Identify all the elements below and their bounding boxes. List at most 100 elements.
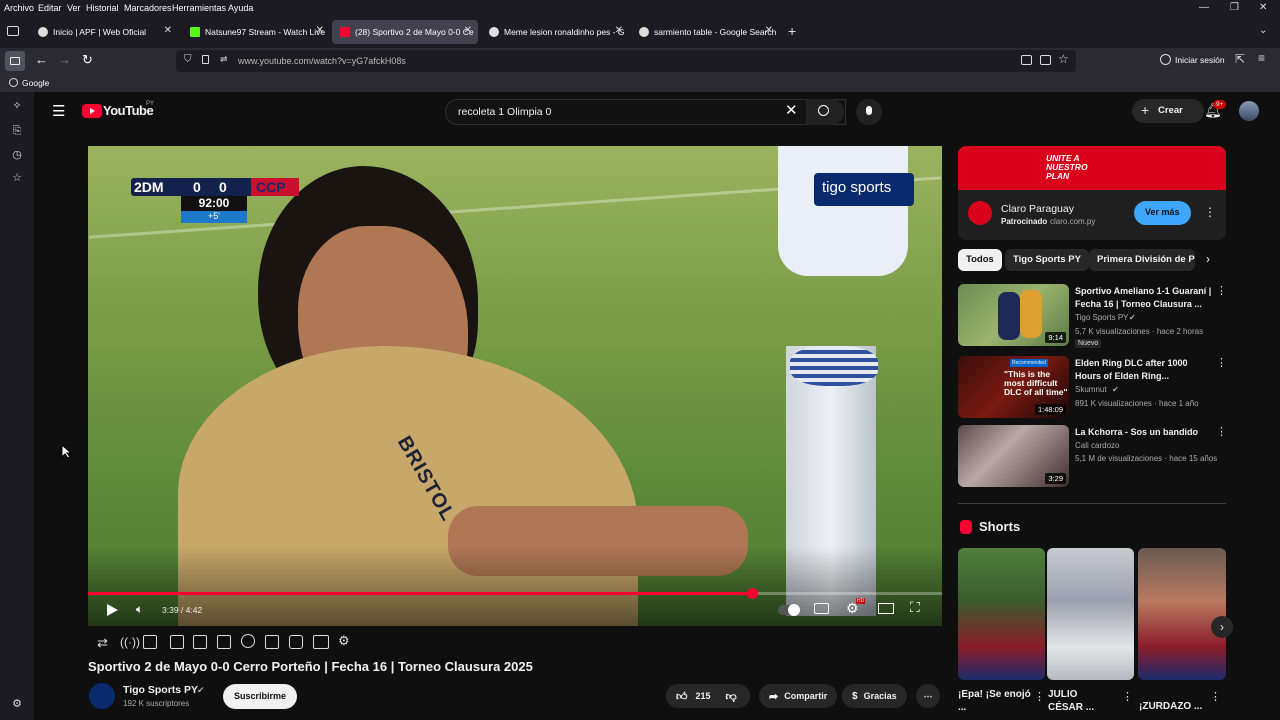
video-menu-icon[interactable]: ⋮ — [1216, 284, 1227, 297]
sidebar-toggle-icon[interactable] — [5, 51, 25, 71]
short-title[interactable]: ¡ZURDAZO ... — [1139, 700, 1219, 713]
share-button[interactable]: ➦ Compartir — [759, 684, 838, 708]
ad-cta-button[interactable]: Ver más — [1134, 201, 1191, 225]
autoplay-toggle[interactable] — [778, 604, 800, 616]
bookmarks-icon[interactable]: ☆ — [11, 172, 23, 184]
close-window-icon[interactable]: ✕ — [1259, 2, 1267, 13]
dislike-thumb-icon[interactable]: 👎︎ — [726, 690, 737, 703]
short-thumbnail[interactable] — [1138, 548, 1226, 680]
audio-mode-icon[interactable]: ((·)) — [120, 635, 140, 649]
short-menu-icon[interactable]: ⋮ — [1122, 690, 1133, 703]
short-menu-icon[interactable]: ⋮ — [1034, 690, 1045, 703]
reload-icon[interactable]: ↻ — [82, 52, 93, 68]
hamburger-menu-icon[interactable]: ☰ — [52, 102, 65, 120]
film-strip-icon[interactable] — [170, 635, 184, 649]
chip-tigo-sports[interactable]: Tigo Sports PY — [1005, 249, 1089, 271]
clear-search-icon[interactable]: ✕ — [785, 101, 798, 119]
new-tab-icon[interactable]: + — [788, 23, 796, 39]
menu-ver[interactable]: Ver — [67, 3, 81, 13]
screenshot-camera-icon[interactable] — [289, 635, 303, 649]
ad-card[interactable]: UNITE A NUESTRO PLAN Claro Paraguay Patr… — [958, 146, 1226, 240]
menu-editar[interactable]: Editar — [38, 3, 62, 13]
menu-marcadores[interactable]: Marcadores — [124, 3, 172, 13]
lock-icon[interactable] — [202, 55, 209, 64]
signin-button[interactable]: Iniciar sesión — [1175, 55, 1225, 65]
chip-all[interactable]: Todos — [958, 249, 1002, 271]
close-tab-icon[interactable]: ✕ — [316, 25, 324, 36]
short-thumbnail[interactable] — [1047, 548, 1134, 680]
related-thumbnail[interactable]: 3:29 — [958, 425, 1069, 487]
back-icon[interactable]: ← — [35, 52, 48, 67]
related-thumbnail[interactable]: Recommended "This is the most difficult … — [958, 356, 1069, 418]
related-channel[interactable]: Cali cardozo — [1075, 441, 1119, 450]
menu-ayuda[interactable]: Ayuda — [228, 3, 253, 13]
picture-in-picture-icon[interactable] — [265, 635, 279, 649]
bookmark-google[interactable]: Google — [22, 78, 49, 88]
like-thumb-icon[interactable]: 👍︎ — [676, 690, 688, 703]
create-button[interactable]: + Crear — [1132, 99, 1204, 123]
account-icon[interactable] — [1160, 54, 1171, 65]
related-video[interactable]: Recommended "This is the most difficult … — [958, 356, 1227, 418]
menu-herramientas[interactable]: Herramientas — [172, 3, 226, 13]
url-text[interactable]: www.youtube.com/watch?v=yG7afckH08s — [238, 56, 406, 66]
subtitles-icon[interactable] — [814, 603, 829, 614]
related-channel[interactable]: Tigo Sports PY — [1075, 313, 1129, 322]
speed-icon[interactable] — [241, 634, 255, 648]
chips-next-icon[interactable]: › — [1206, 252, 1210, 266]
tab-overflow-icon[interactable]: ⌄ — [1259, 25, 1267, 36]
ad-more-icon[interactable]: ⋮ — [1204, 205, 1216, 219]
forward-icon[interactable]: → — [58, 52, 71, 67]
related-channel[interactable]: Skumnut — [1075, 385, 1107, 394]
extensions-icon[interactable]: ⇱ — [1235, 52, 1245, 66]
channel-name[interactable]: Tigo Sports PY — [123, 684, 198, 696]
sidebar-settings-icon[interactable]: ⚙ — [11, 698, 23, 710]
loop-icon[interactable]: ⇄ — [97, 635, 108, 651]
related-title[interactable]: Sportivo Ameliano 1-1 Guaraní | Fecha 16… — [1075, 285, 1215, 310]
related-video[interactable]: 9:14 Sportivo Ameliano 1-1 Guaraní | Fec… — [958, 284, 1227, 348]
progress-scrubber[interactable] — [746, 588, 758, 599]
video-menu-icon[interactable]: ⋮ — [1216, 356, 1227, 369]
avatar[interactable] — [1239, 101, 1259, 121]
channel-avatar[interactable] — [89, 683, 115, 709]
fullscreen-icon[interactable]: ⛶ — [910, 599, 920, 616]
thanks-button[interactable]: $ Gracias — [842, 684, 907, 708]
related-title[interactable]: Elden Ring DLC after 1000 Hours of Elden… — [1075, 357, 1215, 382]
play-icon[interactable] — [105, 603, 119, 617]
shorts-next-button[interactable]: › — [1211, 616, 1233, 638]
minimize-icon[interactable]: — — [1199, 2, 1209, 13]
search-button[interactable] — [806, 99, 844, 125]
theater-mode-icon[interactable] — [878, 603, 894, 614]
related-video[interactable]: 3:29 La Kchorra - Sos un bandido Cali ca… — [958, 425, 1227, 487]
chip-primera-division[interactable]: Primera División de Pa — [1089, 249, 1195, 271]
close-tab-icon[interactable]: ✕ — [765, 25, 773, 36]
tab-google-meme[interactable]: Meme lesion ronaldinho pes - G ✕ — [481, 20, 629, 44]
synced-tabs-icon[interactable]: ⎘ — [11, 125, 23, 137]
screen-size-icon[interactable] — [217, 635, 231, 649]
video-menu-icon[interactable]: ⋮ — [1216, 425, 1227, 438]
video-player[interactable]: BRISTOL 2DM 0 0 CCP 92:00 +5' tigo sport… — [88, 146, 942, 626]
more-actions-button[interactable]: ⋯ — [916, 684, 940, 708]
tab-youtube-active[interactable]: (28) Sportivo 2 de Mayo 0-0 Ce ✕ — [332, 20, 478, 44]
tab-kick[interactable]: Natsune97 Stream - Watch Live ✕ — [182, 20, 330, 44]
app-menu-icon[interactable]: ≡ — [1258, 51, 1265, 65]
shield-icon[interactable]: ⛉ — [184, 54, 192, 65]
short-title[interactable]: ¡Epa! ¡Se enojó ... — [958, 688, 1038, 714]
short-thumbnail[interactable] — [958, 548, 1045, 680]
related-title[interactable]: La Kchorra - Sos un bandido — [1075, 426, 1215, 439]
tab-list-icon[interactable] — [7, 26, 19, 36]
ad-banner[interactable]: UNITE A NUESTRO PLAN — [958, 146, 1226, 190]
related-thumbnail[interactable]: 9:14 — [958, 284, 1069, 346]
voice-search-button[interactable] — [856, 99, 882, 125]
close-tab-icon[interactable]: ✕ — [164, 25, 172, 36]
volume-icon[interactable]: 🔈︎ — [136, 602, 143, 617]
bookmark-star-icon[interactable]: ☆ — [1058, 52, 1069, 66]
keyboard-icon[interactable] — [313, 635, 329, 649]
reader-view-icon[interactable] — [1040, 55, 1051, 65]
menu-archivo[interactable]: Archivo — [4, 3, 34, 13]
tab-google-sarmiento[interactable]: sarmiento table - Google Search ✕ — [631, 20, 779, 44]
subscribe-button[interactable]: Suscribirme — [223, 684, 298, 709]
tab-apf[interactable]: Inicio | APF | Web Oficial ✕ — [30, 20, 178, 44]
extension-settings-icon[interactable]: ⚙ — [338, 633, 350, 649]
restore-icon[interactable]: ❐ — [1230, 2, 1239, 13]
short-title[interactable]: JULIO CÉSAR ... — [1048, 688, 1108, 714]
